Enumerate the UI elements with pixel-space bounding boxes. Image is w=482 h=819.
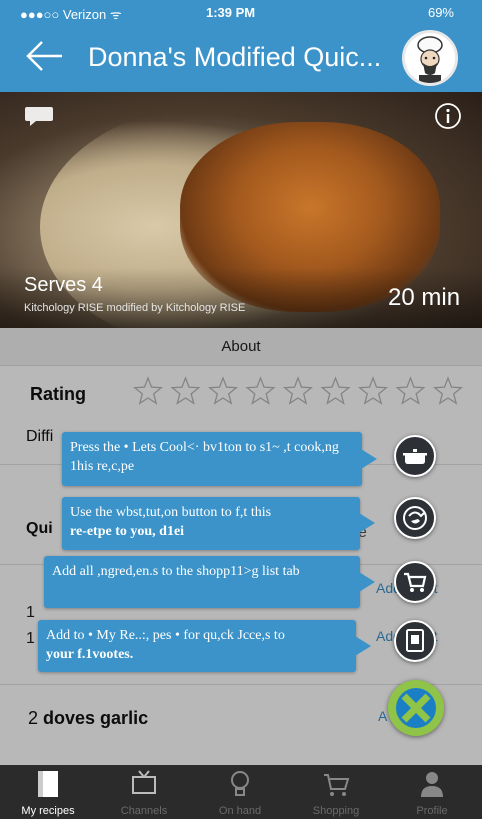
tab-channels[interactable]: Channels <box>96 765 192 819</box>
chef-avatar[interactable] <box>402 30 458 86</box>
lightbulb-icon <box>231 771 249 796</box>
substitution-button[interactable] <box>394 497 436 539</box>
main-action-button[interactable] <box>388 680 444 736</box>
comment-icon[interactable] <box>24 104 54 128</box>
bottom-tab-bar: My recipes Channels On hand Shopping Pro… <box>0 765 482 819</box>
swap-icon <box>403 506 427 530</box>
person-icon <box>421 772 443 797</box>
battery-label: 69% <box>427 5 454 20</box>
back-arrow-icon[interactable] <box>24 38 64 74</box>
cart-icon <box>324 774 350 796</box>
book-icon <box>406 629 424 652</box>
tooltip-substitution: Use the wbst,tut,on button to f,t this r… <box>62 497 375 550</box>
tab-my-recipes[interactable]: My recipes <box>0 765 96 819</box>
app-header: Donna's Modified Quic... <box>0 24 482 92</box>
status-bar: ●●●○○ Verizon ᯤ 1:39 PM 69% <box>0 0 482 24</box>
tab-profile[interactable]: Profile <box>384 765 480 819</box>
tooltip-shopping-list: Add all ,ngred,en.s to the shopp11>g lis… <box>44 556 375 608</box>
cart-icon <box>404 572 427 592</box>
tooltip-my-recipes: Add to • My Re..:, pes • for qu,ck Jcce,… <box>38 620 371 672</box>
add-to-my-recipes-button[interactable] <box>394 620 436 662</box>
lets-cook-button[interactable] <box>394 435 436 477</box>
info-icon[interactable] <box>434 102 462 130</box>
tab-on-hand[interactable]: On hand <box>192 765 288 819</box>
clock-label: 1:39 PM <box>206 5 256 20</box>
book-icon <box>38 771 58 797</box>
carrier-label: ●●●○○ Verizon ᯤ <box>20 7 122 22</box>
serves-label: Serves 4 <box>24 274 103 296</box>
tooltip-lets-cook: Press the • Lets Cool<· bv1ton to s1~ ,t… <box>62 432 377 486</box>
recipe-title: Donna's Modified Quic... <box>88 42 382 72</box>
close-icon <box>396 688 436 728</box>
add-all-to-shopping-button[interactable] <box>394 561 436 603</box>
tv-icon <box>132 770 156 794</box>
recipe-photo: Serves 4 Kitchology RISE modified by Kit… <box>0 92 482 328</box>
chef-icon <box>405 33 455 83</box>
pot-icon <box>403 449 427 464</box>
cook-time: 20 min <box>388 284 461 311</box>
tab-shopping[interactable]: Shopping <box>288 765 384 819</box>
recipe-byline: Kitchology RISE modified by Kitchology R… <box>24 302 246 314</box>
